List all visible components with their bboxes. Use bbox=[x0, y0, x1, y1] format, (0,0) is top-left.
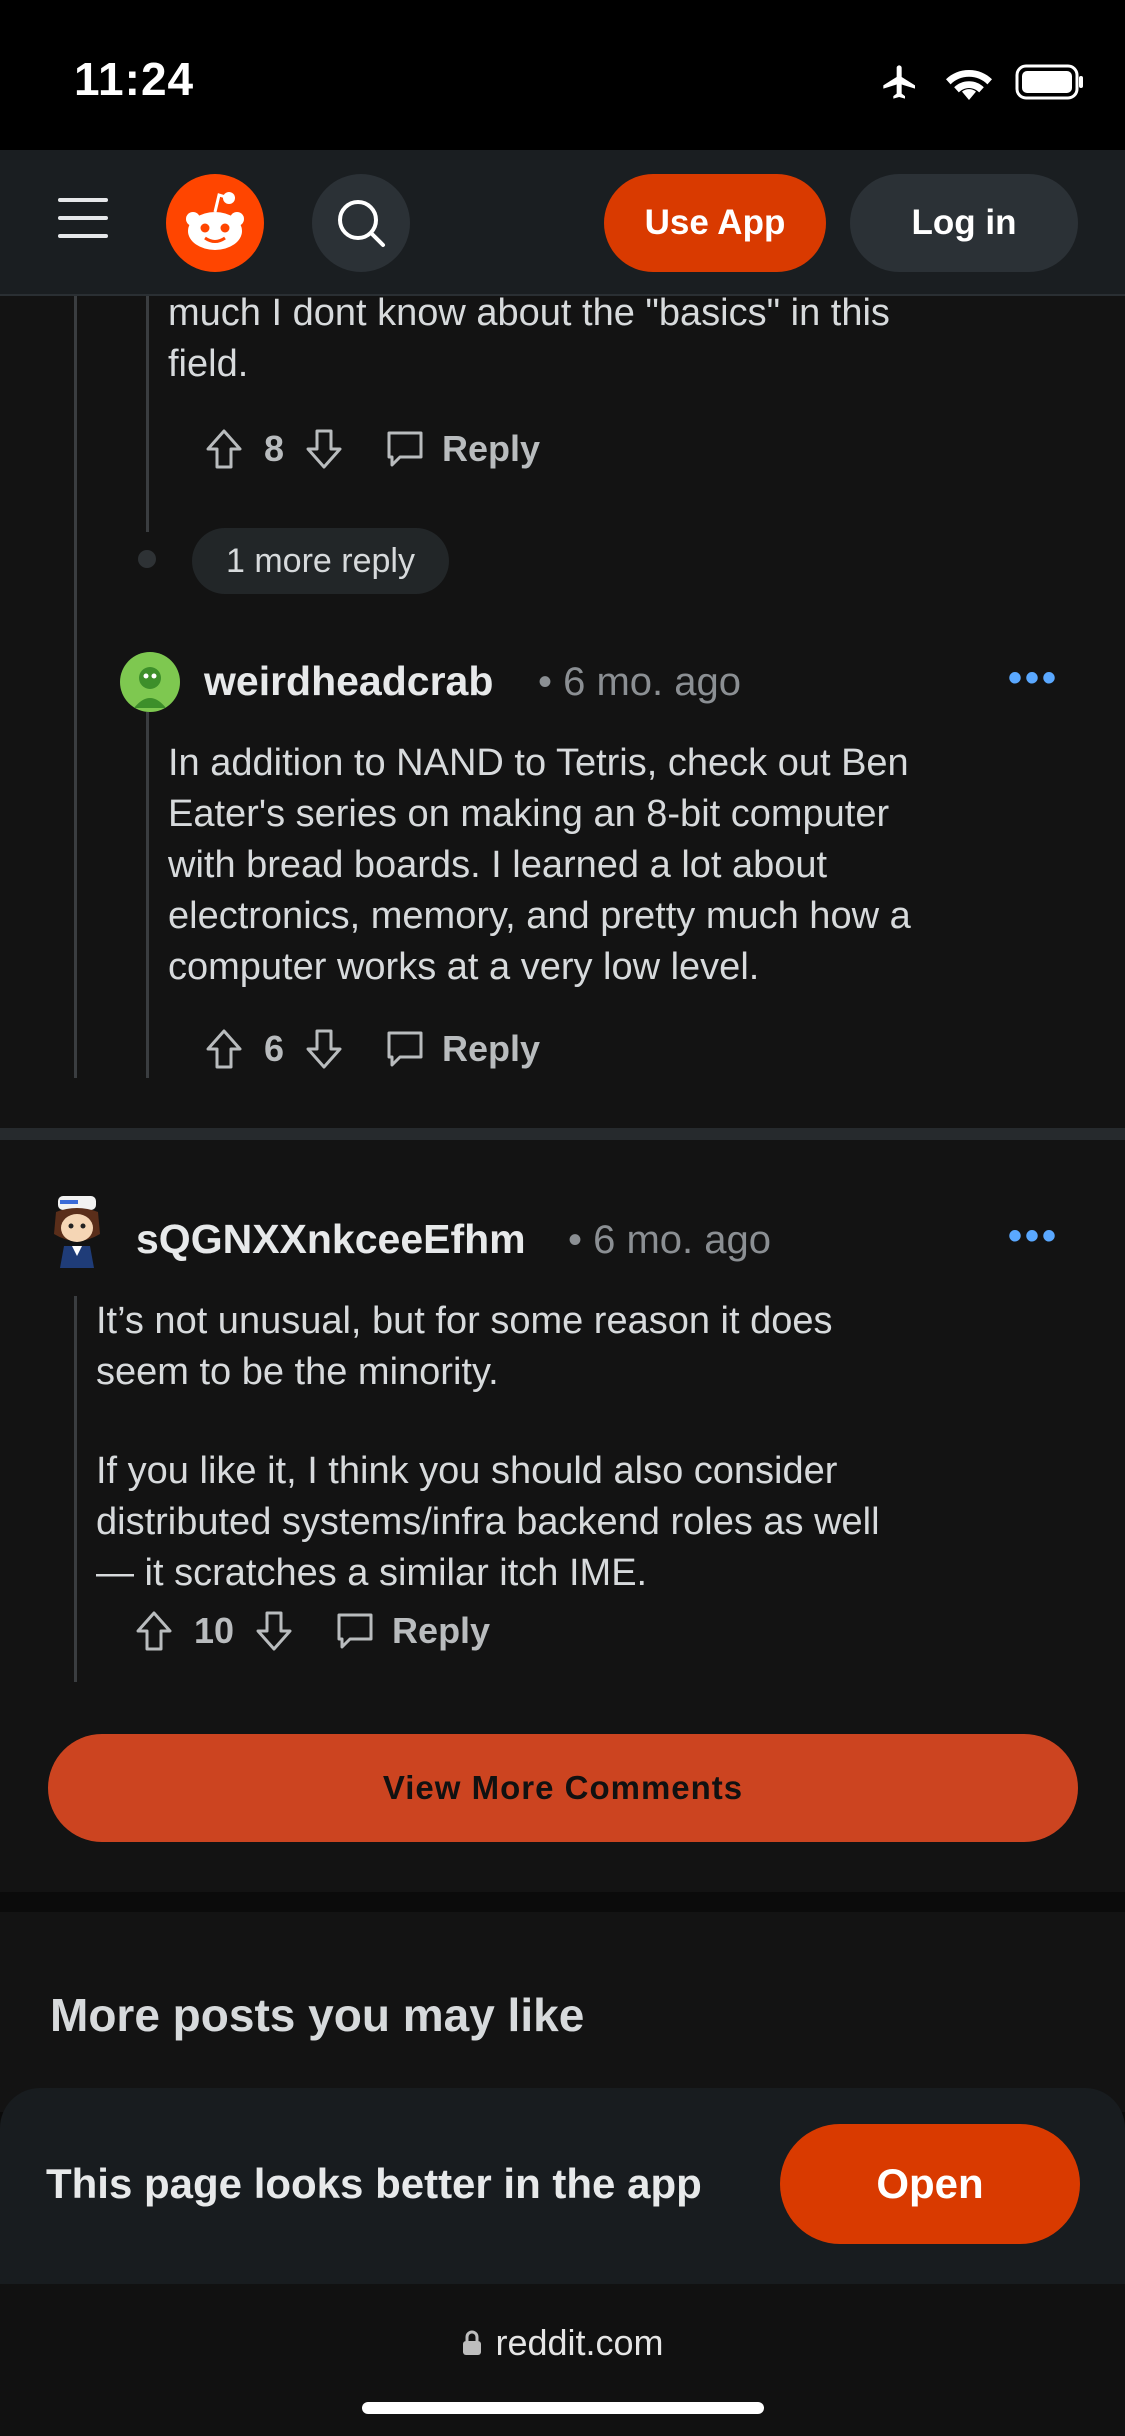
reply-button[interactable]: Reply bbox=[384, 1028, 540, 1070]
wifi-icon bbox=[946, 70, 992, 100]
browser-address-bar: reddit.com bbox=[0, 2284, 1125, 2436]
downvote-icon[interactable] bbox=[304, 1027, 344, 1071]
open-in-app-button[interactable]: Open bbox=[780, 2124, 1080, 2244]
comment-bubble-icon bbox=[337, 1613, 373, 1649]
upvote-icon[interactable] bbox=[204, 427, 244, 471]
thread-line-inner[interactable] bbox=[146, 296, 149, 532]
comment-line: In addition to NAND to Tetris, check out… bbox=[168, 742, 909, 784]
status-time: 11:24 bbox=[74, 53, 195, 105]
comment-author[interactable]: weirdheadcrab bbox=[204, 658, 493, 705]
comment-line: field. bbox=[168, 343, 249, 385]
comment-timestamp: • 6 mo. ago bbox=[568, 1218, 772, 1262]
reddit-logo[interactable] bbox=[166, 174, 264, 272]
reply-label: Reply bbox=[392, 1610, 491, 1651]
user-avatar-icon bbox=[54, 1196, 100, 1268]
vote-count: 8 bbox=[264, 428, 285, 469]
comment-body: It’s not unusual, but for some reason it… bbox=[96, 1296, 880, 1599]
thread-line-outer[interactable] bbox=[74, 296, 77, 1078]
app-banner-text: This page looks better in the app bbox=[46, 2160, 702, 2207]
comment-options-button[interactable]: ••• bbox=[1008, 656, 1059, 701]
user-avatar-icon bbox=[134, 667, 166, 708]
search-button[interactable] bbox=[312, 174, 410, 272]
downvote-icon[interactable] bbox=[304, 427, 344, 471]
top-navigation: Use App Log in bbox=[0, 150, 1125, 296]
more-posts-section: More posts you may like bbox=[0, 1912, 1125, 2112]
hamburger-menu-button[interactable] bbox=[58, 198, 108, 238]
comment-line: computer works at a very low level. bbox=[168, 946, 760, 988]
login-button[interactable]: Log in bbox=[850, 174, 1078, 272]
home-indicator[interactable] bbox=[362, 2402, 764, 2414]
upvote-icon[interactable] bbox=[134, 1609, 174, 1653]
comment-line bbox=[96, 1398, 880, 1446]
status-bar: 11:24 bbox=[0, 0, 1125, 150]
use-app-button[interactable]: Use App bbox=[604, 174, 826, 272]
more-posts-title: More posts you may like bbox=[50, 1989, 585, 2041]
upvote-icon[interactable] bbox=[204, 1027, 244, 1071]
comment-line: with bread boards. I learned a lot about bbox=[168, 844, 828, 886]
thread-line-reply[interactable] bbox=[146, 712, 149, 1078]
comment-line: much I dont know about the "basics" in t… bbox=[168, 296, 890, 334]
comment-partial-text: much I dont know about the "basics" in t… bbox=[168, 296, 890, 390]
downvote-icon[interactable] bbox=[254, 1609, 294, 1653]
comment-actions: 6 Reply bbox=[204, 1024, 540, 1074]
comments-section: much I dont know about the "basics" in t… bbox=[0, 296, 1125, 1892]
comment-timestamp: • 6 mo. ago bbox=[538, 660, 742, 704]
app-banner: This page looks better in the app Open bbox=[0, 2088, 1125, 2284]
airplane-mode-icon bbox=[883, 65, 915, 99]
comment-divider bbox=[0, 1128, 1125, 1140]
comment-line: seem to be the minority. bbox=[96, 1351, 499, 1393]
thread-dot bbox=[138, 550, 156, 568]
comment-line: electronics, memory, and pretty much how… bbox=[168, 895, 911, 937]
battery-icon bbox=[1015, 64, 1083, 100]
url-text: reddit.com bbox=[495, 2322, 664, 2363]
avatar[interactable] bbox=[44, 1190, 110, 1270]
search-icon bbox=[338, 200, 385, 247]
reddit-snoo-icon bbox=[186, 192, 244, 250]
comment-line: — it scratches a similar itch IME. bbox=[96, 1552, 648, 1594]
comment-author[interactable]: sQGNXXnkceeEfhm bbox=[136, 1216, 526, 1263]
comment-body: In addition to NAND to Tetris, check out… bbox=[168, 738, 911, 993]
comment-partial-actions: 8 Reply bbox=[204, 424, 540, 474]
comment-bubble-icon bbox=[387, 1031, 423, 1067]
more-replies-button[interactable]: 1 more reply bbox=[192, 528, 449, 594]
comment-line: If you like it, I think you should also … bbox=[96, 1450, 838, 1492]
view-more-comments-button[interactable]: View More Comments bbox=[48, 1734, 1078, 1842]
avatar[interactable] bbox=[120, 652, 180, 712]
reply-button[interactable]: Reply bbox=[384, 428, 540, 470]
lock-icon bbox=[463, 2330, 482, 2355]
comment-actions: 10 Reply bbox=[134, 1606, 490, 1656]
comment-options-button[interactable]: ••• bbox=[1008, 1214, 1059, 1259]
vote-count: 10 bbox=[194, 1610, 235, 1651]
vote-count: 6 bbox=[264, 1028, 285, 1069]
url-field[interactable]: reddit.com bbox=[0, 2322, 1125, 2364]
comment-line: Eater's series on making an 8-bit comput… bbox=[168, 793, 890, 835]
status-icons bbox=[877, 62, 1085, 102]
reply-label: Reply bbox=[442, 428, 541, 469]
reply-button[interactable]: Reply bbox=[334, 1610, 490, 1652]
reply-label: Reply bbox=[442, 1028, 541, 1069]
thread-line-comment-3[interactable] bbox=[74, 1296, 77, 1682]
comment-bubble-icon bbox=[387, 431, 423, 467]
comment-line: It’s not unusual, but for some reason it… bbox=[96, 1300, 833, 1342]
comment-line: distributed systems/infra backend roles … bbox=[96, 1501, 880, 1543]
